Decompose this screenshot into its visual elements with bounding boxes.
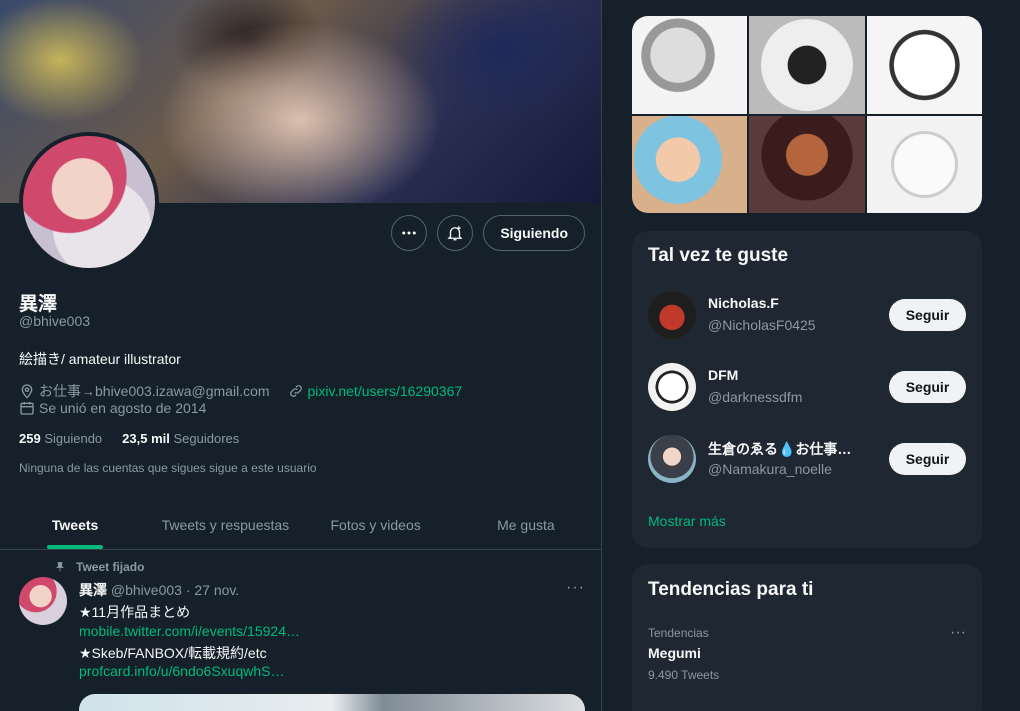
profile-name: 異澤 <box>19 294 58 315</box>
suggestion-item[interactable]: 生倉のゑる💧お仕事… @Namakura_noelle Seguir <box>648 429 966 489</box>
location-icon <box>21 384 33 399</box>
avatar[interactable] <box>648 291 696 339</box>
profile-joined: Se unió en agosto de 2014 <box>39 400 207 416</box>
profile-bio: 絵描き/ amateur illustrator <box>19 351 181 367</box>
suggestion-name: Nicholas.F <box>708 295 779 311</box>
more-icon <box>402 231 417 235</box>
tweet-media[interactable] <box>79 694 585 711</box>
trend-more-icon[interactable]: ··· <box>950 624 966 642</box>
profile-meta-row: お仕事→bhive003.izawa@gmail.com pixiv.net/u… <box>19 381 462 401</box>
trend-category: Tendencias <box>648 626 709 640</box>
more-button[interactable] <box>391 215 428 251</box>
tweet-text-line: ★11月作品まとめ <box>79 604 191 620</box>
profile-joined-row: Se unió en agosto de 2014 <box>19 400 206 416</box>
avatar[interactable] <box>648 363 696 411</box>
tab-media[interactable]: Fotos y videos <box>301 500 451 549</box>
gallery-thumbnail[interactable] <box>749 115 865 213</box>
suggestion-handle: @NicholasF0425 <box>708 317 816 333</box>
tweet-header: 異澤 @bhive003 · 27 nov. <box>79 580 239 600</box>
following-stat[interactable]: 259 Siguiendo <box>19 431 102 446</box>
suggestion-item[interactable]: DFM @darknessdfm Seguir <box>648 357 966 417</box>
tab-tweets-replies[interactable]: Tweets y respuestas <box>150 500 300 549</box>
tweet-author-name[interactable]: 異澤 <box>79 582 107 598</box>
tweet-separator: · <box>185 582 191 598</box>
show-more-link[interactable]: Mostrar más <box>648 513 726 529</box>
trends-panel: Tendencias para ti Tendencias ··· Megumi… <box>632 564 982 711</box>
tweet-date[interactable]: 27 nov. <box>194 582 239 598</box>
suggestion-name: 生倉のゑる💧お仕事… <box>708 441 852 457</box>
profile-stats: 259 Siguiendo 23,5 mil Seguidores <box>19 431 239 446</box>
pin-icon <box>56 562 64 572</box>
tweet-more-icon[interactable]: ··· <box>566 579 585 597</box>
gallery-thumbnail[interactable] <box>632 115 748 213</box>
gallery-thumbnail[interactable] <box>632 16 748 114</box>
following-button[interactable]: Siguiendo <box>483 215 585 251</box>
profile-handle: @bhive003 <box>19 313 91 329</box>
profile-column: Siguiendo 異澤 @bhive003 絵描き/ amateur illu… <box>0 0 602 711</box>
tweet-link[interactable]: profcard.info/u/6ndo6SxuqwhS… <box>79 663 284 679</box>
trend-name[interactable]: Megumi <box>648 645 701 661</box>
follow-button[interactable]: Seguir <box>889 371 966 403</box>
profile-tabs: Tweets Tweets y respuestas Fotos y video… <box>0 500 601 550</box>
tweet-author-handle[interactable]: @bhive003 <box>111 582 182 598</box>
panel-title: Tal vez te guste <box>648 245 789 266</box>
who-to-follow-panel: Tal vez te guste Nicholas.F @NicholasF04… <box>632 231 982 548</box>
gallery-thumbnail[interactable] <box>866 115 982 213</box>
notifications-button[interactable] <box>437 215 474 251</box>
pinned-tweet[interactable]: Tweet fijado 異澤 @bhive003 · 27 nov. ··· … <box>0 551 601 711</box>
pinned-label: Tweet fijado <box>76 560 145 574</box>
tweet-link[interactable]: mobile.twitter.com/i/events/15924… <box>79 623 300 639</box>
pinned-label-row: Tweet fijado <box>54 560 144 574</box>
gallery-thumbnail[interactable] <box>749 16 865 114</box>
trend-count: 9.490 Tweets <box>648 668 720 682</box>
tweet-author-avatar[interactable] <box>19 577 67 625</box>
tab-likes[interactable]: Me gusta <box>451 500 601 549</box>
bell-add-icon <box>447 226 463 241</box>
suggestion-handle: @Namakura_noelle <box>708 461 832 477</box>
suggestion-item[interactable]: Nicholas.F @NicholasF0425 Seguir <box>648 285 966 345</box>
profile-website-link[interactable]: pixiv.net/users/16290367 <box>308 383 463 399</box>
avatar[interactable] <box>648 435 696 483</box>
gallery-thumbnail[interactable] <box>866 16 982 114</box>
calendar-icon <box>20 402 34 415</box>
profile-actions: Siguiendo <box>391 215 585 251</box>
tab-tweets[interactable]: Tweets <box>0 500 150 549</box>
link-icon <box>289 385 302 397</box>
tweet-text-line: ★Skeb/FANBOX/転載規約/etc <box>79 645 267 661</box>
suggestion-handle: @darknessdfm <box>708 389 803 405</box>
media-gallery <box>632 16 982 213</box>
follow-button[interactable]: Seguir <box>889 443 966 475</box>
profile-avatar[interactable] <box>19 132 159 272</box>
common-followers-note: Ninguna de las cuentas que sigues sigue … <box>19 461 317 475</box>
followers-stat[interactable]: 23,5 mil Seguidores <box>122 431 239 446</box>
suggestion-name: DFM <box>708 367 739 383</box>
profile-location: お仕事→bhive003.izawa@gmail.com <box>39 383 270 399</box>
follow-button[interactable]: Seguir <box>889 299 966 331</box>
panel-title: Tendencias para ti <box>648 579 814 600</box>
